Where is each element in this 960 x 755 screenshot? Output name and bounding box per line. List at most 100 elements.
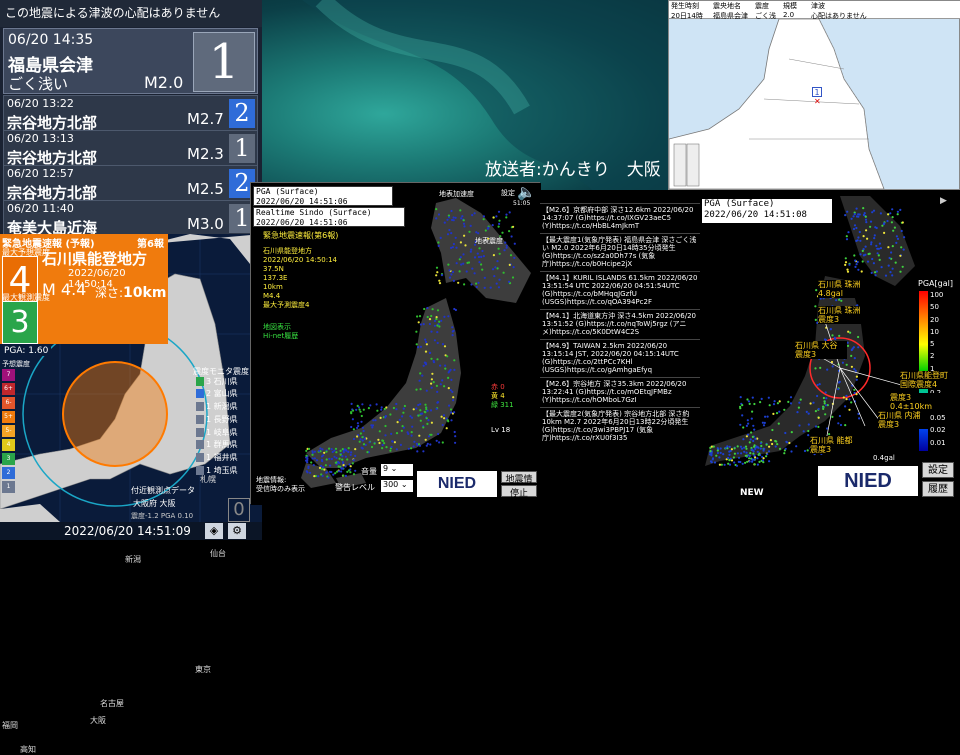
history-item[interactable]: 06/20 11:40 奄美大島近海 M3.0 1 — [3, 200, 258, 237]
station-dot — [502, 271, 505, 274]
history-item[interactable]: 06/20 12:57 宗谷地方北部 M2.5 2 — [3, 165, 258, 202]
station-dot — [896, 237, 900, 240]
feed-post[interactable]: 【M4.9】TAIWAN 2.5km 2022/06/20 13:15:14 J… — [540, 339, 700, 377]
station-dot — [720, 463, 723, 466]
eew-line: 最大予測震度4 — [263, 301, 310, 309]
monitor-swatch — [196, 402, 204, 412]
history-item[interactable]: 06/20 13:13 宗谷地方北部 M2.3 1 — [3, 130, 258, 167]
station-dot — [491, 224, 494, 227]
quake-info-map[interactable]: 発生時刻震央地名震度規模津波 20日14時35分福島県会津ごく浅い2.0心配はあ… — [668, 0, 960, 190]
station-dot — [826, 368, 829, 371]
station-dot — [825, 404, 828, 407]
station-dot — [308, 447, 311, 450]
feed-post[interactable]: 【M2.6】宗谷地方 深さ35.3km 2022/06/20 13:22:41 … — [540, 377, 700, 407]
station-dot — [438, 279, 441, 282]
station-dot — [455, 262, 458, 265]
speaker-icon[interactable]: 🔈 — [517, 183, 536, 201]
pga-gauge: 0.4gal — [873, 454, 895, 462]
station-dot — [453, 368, 456, 371]
station-dot — [462, 219, 465, 222]
station-dot — [396, 421, 399, 424]
history-item[interactable]: 06/20 13:22 宗谷地方北部 M2.7 2 — [3, 95, 258, 132]
station-dot — [728, 445, 731, 448]
stop-button[interactable]: 停止 — [501, 485, 537, 499]
station-dot — [423, 307, 426, 311]
station-dot — [887, 264, 890, 267]
station-dot — [497, 210, 501, 213]
station-dot — [415, 330, 418, 333]
station-dot — [773, 400, 776, 403]
station-dot — [760, 397, 763, 400]
station-dot — [306, 458, 309, 462]
station-dot — [902, 248, 905, 251]
station-dot — [426, 422, 429, 425]
station-dot — [469, 250, 472, 253]
station-dot — [453, 430, 456, 434]
station-dot — [742, 438, 745, 441]
station-dot — [766, 415, 769, 418]
station-dot — [753, 454, 756, 457]
eew-depth-label: 深さ: — [95, 286, 124, 300]
station-dot — [871, 211, 874, 214]
station-dot — [876, 247, 879, 250]
station-dot — [450, 273, 453, 276]
station-dot — [430, 386, 433, 389]
station-dot — [838, 381, 841, 384]
station-dot — [862, 207, 865, 210]
scale-step: 7 — [2, 369, 15, 381]
history-button[interactable]: 履歴 — [922, 481, 954, 497]
pga-panel[interactable]: PGA (Surface) 2022/06/20 14:51:08 ▶ PGA[… — [700, 196, 960, 540]
station-dot — [816, 394, 819, 398]
monitor-label: 1 群馬県 — [206, 440, 238, 450]
station-dot — [751, 458, 754, 461]
station-dot — [391, 440, 394, 443]
station-dot — [755, 445, 758, 448]
station-dot — [482, 255, 485, 258]
station-dot — [349, 453, 352, 456]
station-dot — [730, 448, 733, 451]
gear-icon[interactable]: ⚙ — [228, 523, 246, 539]
volume-select[interactable]: 9 ⌄ — [381, 464, 413, 476]
station-dot — [350, 411, 353, 414]
eew-depth-value: 10km — [123, 285, 167, 301]
station-dot — [903, 236, 906, 239]
station-dot — [831, 334, 834, 337]
feed-post[interactable]: 【M2.6】京都府中部 深さ12.6km 2022/06/20 14:37:07… — [540, 203, 700, 233]
feed-post[interactable]: 【M4.1】北海道東方沖 深さ4.5km 2022/06/20 13:51:52… — [540, 309, 700, 339]
settings-link[interactable]: 設定 — [501, 188, 515, 198]
map-option[interactable]: Hi-net履歴 — [263, 332, 298, 341]
alarm-select[interactable]: 300 ⌄ — [381, 480, 413, 492]
station-dot — [306, 471, 309, 474]
station-dot — [449, 408, 453, 411]
station-dot — [418, 315, 422, 318]
station-dot — [448, 276, 452, 279]
station-dot — [873, 234, 876, 237]
history-datetime: 06/20 11:40 — [7, 202, 74, 215]
pga-annotation: 石川県能登町 国際震度4 — [900, 371, 952, 389]
station-dot — [483, 286, 486, 289]
station-dot — [778, 400, 781, 403]
station-dot — [713, 461, 717, 464]
latest-quake-card[interactable]: 06/20 14:35 福島県会津 ごく浅い M2.0 1 — [3, 28, 258, 94]
feed-post[interactable]: 【最大震度1(気象庁発表) 福島県会津 深さごく浅い M2.0 2022年6月2… — [540, 233, 700, 271]
play-icon[interactable]: ▶ — [940, 196, 947, 206]
station-dot — [505, 246, 508, 249]
station-dot — [459, 209, 462, 212]
quake-info-button[interactable]: 地震情報 — [501, 471, 537, 498]
station-dot — [861, 260, 864, 263]
feed-post[interactable]: 【最大震度2(気象庁発表) 宗谷地方北部 深さ約10km M2.7 2022年6… — [540, 407, 700, 445]
station-dot — [375, 403, 378, 406]
station-dot — [852, 215, 855, 218]
locate-icon[interactable]: ◈ — [205, 523, 223, 539]
station-dot — [850, 365, 853, 368]
station-dot — [712, 445, 715, 448]
map-option[interactable]: 地図表示 — [263, 323, 298, 332]
earthquake-feed[interactable]: 【M2.6】京都府中部 深さ12.6km 2022/06/20 14:37:07… — [540, 203, 700, 523]
eew-line: 10km — [263, 283, 283, 291]
station-dot — [390, 432, 393, 435]
station-dot — [748, 402, 751, 405]
settings-button[interactable]: 設定 — [922, 462, 954, 478]
kyoshin-monitor[interactable]: PGA (Surface) 2022/06/20 14:51:06 Realti… — [250, 182, 541, 505]
station-dot — [436, 401, 439, 404]
feed-post[interactable]: 【M4.1】KURIL ISLANDS 61.5km 2022/06/20 13… — [540, 271, 700, 309]
